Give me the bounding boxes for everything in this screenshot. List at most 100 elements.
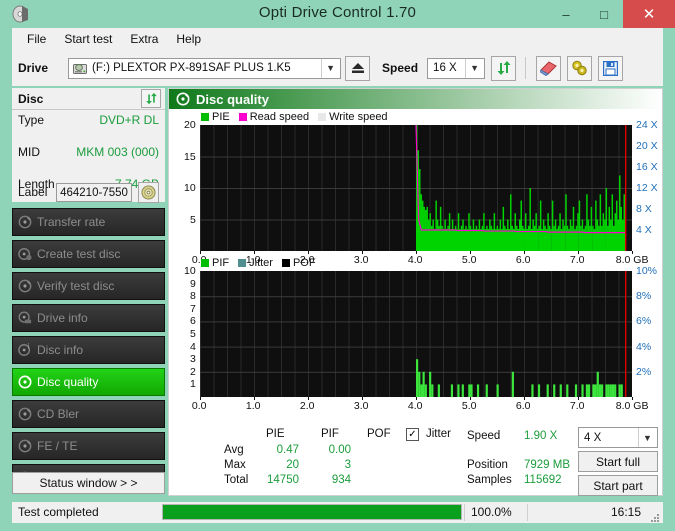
plot1-xtick-mark xyxy=(524,251,525,254)
pif-chart-plot[interactable] xyxy=(200,271,632,397)
minimize-button[interactable]: – xyxy=(547,0,585,28)
plot2-y2tick: 8% xyxy=(636,290,652,303)
refresh-button[interactable] xyxy=(491,55,517,81)
sidebar-item-disc-quality[interactable]: Disc quality xyxy=(12,368,165,396)
save-button[interactable] xyxy=(598,55,624,81)
plot1-xtick-mark xyxy=(632,251,633,254)
plot2-ytick: 1 xyxy=(190,378,196,391)
sidebar-item-label: Transfer rate xyxy=(37,215,106,229)
menu-item-start-test[interactable]: Start test xyxy=(55,30,121,48)
status-window-button[interactable]: Status window > > xyxy=(12,472,165,494)
sidebar-item-transfer-rate[interactable]: Transfer rate xyxy=(12,208,165,236)
resize-grip-icon[interactable] xyxy=(649,510,660,522)
plot1-xtick: 6.0 xyxy=(515,254,531,266)
menu-item-help[interactable]: Help xyxy=(167,30,210,48)
plot2-xtick-mark xyxy=(200,397,201,400)
jitter-checkbox[interactable]: ✓ xyxy=(406,428,419,441)
menu-item-file[interactable]: File xyxy=(18,30,55,48)
plot2-xtick: 2.0 xyxy=(299,400,315,412)
maximize-button[interactable]: □ xyxy=(585,0,623,28)
disc-quality-icon xyxy=(13,375,37,389)
sidebar-item-drive-info[interactable]: Drive info xyxy=(12,304,165,332)
legend-label-pie: PIE xyxy=(212,111,230,123)
plot2-y2tick: 4% xyxy=(636,340,652,353)
start-part-button[interactable]: Start part xyxy=(578,475,658,496)
plot1-xtick: 3.0 xyxy=(353,254,369,266)
plot2-xtick: 8.0 GB xyxy=(615,400,649,412)
test-speed-value: 4 X xyxy=(584,431,602,444)
stats-total-pie: 14750 xyxy=(267,474,299,486)
plot2-y2tick: 6% xyxy=(636,315,652,328)
chevron-down-icon[interactable]: ▼ xyxy=(465,58,484,78)
pie-chart-plot[interactable] xyxy=(200,125,632,251)
disc-quality-icon xyxy=(176,92,190,106)
disc-info-body: Type DVD+R DL MID MKM 003 (000) Length 7… xyxy=(12,110,165,223)
tools-button[interactable] xyxy=(567,55,593,81)
sidebar-item-create-test-disc[interactable]: Create test disc xyxy=(12,240,165,268)
disc-mid-value: MKM 003 (000) xyxy=(76,145,159,159)
plot1-ytick: 20 xyxy=(184,119,196,131)
sidebar-item-fe-te[interactable]: FE / TE xyxy=(12,432,165,460)
stats-max-pif: 3 xyxy=(344,459,351,471)
disc-row-type: Type DVD+R DL xyxy=(12,113,165,129)
test-speed-select[interactable]: 4 X ▼ xyxy=(578,427,658,448)
plot2-xtick: 0.0 xyxy=(191,400,207,412)
test-nav-list: Transfer rate Create test disc Verify te… xyxy=(12,208,165,496)
disc-refresh-button[interactable] xyxy=(141,89,161,108)
sidebar-item-cd-bler[interactable]: CD Bler xyxy=(12,400,165,428)
menu-item-extra[interactable]: Extra xyxy=(121,30,167,48)
disc-label-cd-button[interactable] xyxy=(138,182,159,203)
cd-icon xyxy=(141,185,156,200)
plot1-ytick: 10 xyxy=(184,182,196,194)
eraser-button[interactable] xyxy=(536,55,562,81)
plot1-xtick-mark xyxy=(362,251,363,254)
position-stat-label: Position xyxy=(467,459,508,471)
speed-stat-value: 1.90 X xyxy=(524,430,558,442)
sidebar-item-label: Create test disc xyxy=(37,247,121,261)
eject-button[interactable] xyxy=(345,55,371,81)
disc-header: Disc xyxy=(12,88,165,110)
start-full-button[interactable]: Start full xyxy=(578,451,658,472)
plot2-ytick: 7 xyxy=(190,302,196,315)
title-bar: Opti Drive Control 1.70 – □ ✕ xyxy=(0,0,675,28)
disc-type-label: Type xyxy=(18,113,45,127)
plot2-xtick: 6.0 xyxy=(515,400,531,412)
app-window: Opti Drive Control 1.70 – □ ✕ File Start… xyxy=(0,0,675,531)
drive-toolbar: Drive (F:) PLEXTOR PX-891SAF PLUS 1.K5 ▼… xyxy=(12,50,663,86)
speed-select[interactable]: 16 X ▼ xyxy=(427,57,486,79)
menu-bar: File Start test Extra Help xyxy=(12,28,663,50)
panel-title: Disc quality xyxy=(196,91,269,107)
stats-avg-pif: 0.00 xyxy=(328,444,351,456)
plot2-xtick-mark xyxy=(308,397,309,400)
sidebar-item-disc-info[interactable]: i Disc info xyxy=(12,336,165,364)
plot2-ytick: 4 xyxy=(190,340,196,353)
disc-label-input[interactable]: 464210-7550 xyxy=(56,183,132,202)
plot2-ytick: 8 xyxy=(190,290,196,303)
sidebar-item-verify-test-disc[interactable]: Verify test disc xyxy=(12,272,165,300)
plot2-ytick: 5 xyxy=(190,328,196,340)
plot1-xtick-mark xyxy=(470,251,471,254)
legend-label-jitter: Jitter xyxy=(249,257,273,269)
plot2-xtick: 5.0 xyxy=(461,400,477,412)
disc-icon xyxy=(13,439,37,453)
sidebar-item-label: CD Bler xyxy=(37,407,80,421)
drive-label: Drive xyxy=(18,61,49,75)
drive-value: (F:) PLEXTOR PX-891SAF PLUS 1.K5 xyxy=(92,62,291,74)
disc-info-icon: i xyxy=(13,343,37,357)
stats-header-pif: PIF xyxy=(321,428,339,440)
close-button[interactable]: ✕ xyxy=(623,0,675,28)
samples-stat-value: 115692 xyxy=(524,474,562,486)
chevron-down-icon[interactable]: ▼ xyxy=(638,428,656,447)
plot2-ytick: 9 xyxy=(190,277,196,290)
stats-row-avg-label: Avg xyxy=(224,444,244,456)
chevron-down-icon[interactable]: ▼ xyxy=(321,58,340,78)
legend-swatch-read-speed xyxy=(238,113,247,121)
disc-label-key: Label xyxy=(18,185,48,199)
speed-label: Speed xyxy=(382,61,419,75)
stats-row-max-label: Max xyxy=(224,459,246,471)
plot2-xtick-mark xyxy=(416,397,417,400)
legend-swatch-pof xyxy=(281,259,290,267)
plot2-xtick-mark xyxy=(632,397,633,400)
drive-select[interactable]: (F:) PLEXTOR PX-891SAF PLUS 1.K5 ▼ xyxy=(68,57,342,79)
plot1-xtick-mark xyxy=(200,251,201,254)
